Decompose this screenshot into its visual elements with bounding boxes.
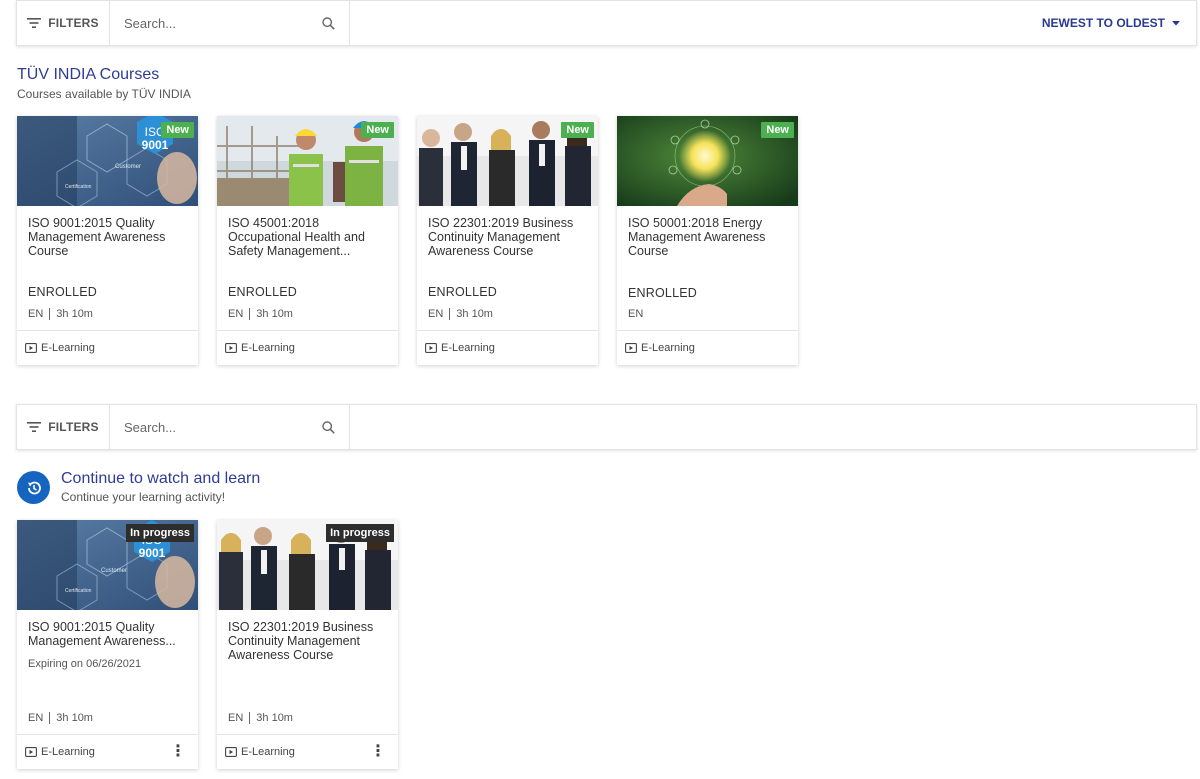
sort-dropdown[interactable]: NEWEST TO OLDEST <box>1042 1 1196 45</box>
meta-divider <box>49 308 51 320</box>
course-card[interactable]: New ISO 45001:2018 Occupational Health a… <box>217 116 398 365</box>
course-duration: 3h 10m <box>456 308 493 320</box>
course-thumbnail: ISO 9001 Customer Certification In progr… <box>17 520 198 610</box>
play-video-icon <box>225 747 237 757</box>
section-subtitle: Continue your learning activity! <box>61 490 226 504</box>
course-language: EN <box>628 308 644 320</box>
search-field <box>110 1 350 45</box>
course-title: ISO 22301:2019 Business Continuity Manag… <box>428 216 574 258</box>
section-title: TÜV INDIA Courses <box>17 66 160 83</box>
course-meta: EN 3h 10m <box>228 308 293 320</box>
card-footer: E-Learning <box>217 330 398 365</box>
course-meta: EN 3h 10m <box>228 712 293 724</box>
course-thumbnail: In progress <box>217 520 398 610</box>
caret-down-icon <box>1172 20 1180 25</box>
svg-text:Certification: Certification <box>65 588 92 594</box>
course-card[interactable]: New ISO 22301:2019 Business Continuity M… <box>417 116 598 365</box>
course-title: ISO 9001:2015 Quality Management Awarene… <box>28 620 176 648</box>
filter-lines-icon <box>27 18 42 28</box>
course-title: ISO 22301:2019 Business Continuity Manag… <box>228 620 374 662</box>
meta-divider <box>249 308 251 320</box>
search-input[interactable] <box>124 419 304 435</box>
filters-label: FILTERS <box>48 420 99 434</box>
course-title: ISO 50001:2018 Energy Management Awarene… <box>628 216 766 258</box>
search-icon[interactable] <box>322 16 335 30</box>
course-meta: EN 3h 10m <box>428 308 493 320</box>
in-progress-badge: In progress <box>326 524 394 542</box>
card-footer: E-Learning <box>617 330 798 365</box>
course-meta: EN 3h 10m <box>28 712 93 724</box>
card-footer: E-Learning ⋮ <box>17 734 198 769</box>
course-language: EN <box>28 308 44 320</box>
play-video-icon <box>425 343 437 353</box>
in-progress-badge: In progress <box>126 524 194 542</box>
play-video-icon <box>25 747 37 757</box>
course-title: ISO 45001:2018 Occupational Health and S… <box>228 216 365 258</box>
svg-text:Certification: Certification <box>65 184 92 190</box>
course-type: E-Learning <box>241 342 295 354</box>
expiry-date: Expiring on 06/26/2021 <box>28 658 142 670</box>
new-badge: New <box>361 122 394 138</box>
filter-toolbar: FILTERS NEWEST TO OLDEST <box>16 0 1197 46</box>
course-language: EN <box>228 712 244 724</box>
enrollment-status: ENROLLED <box>228 285 297 299</box>
course-type: E-Learning <box>41 342 95 354</box>
search-input[interactable] <box>124 15 304 31</box>
filters-label: FILTERS <box>48 16 99 30</box>
play-video-icon <box>625 343 637 353</box>
course-thumbnail: New <box>617 116 798 206</box>
course-thumbnail: New <box>217 116 398 206</box>
course-meta: EN <box>628 308 643 320</box>
card-footer: E-Learning ⋮ <box>217 734 398 769</box>
course-card[interactable]: In progress ISO 22301:2019 Business Cont… <box>217 520 398 769</box>
course-language: EN <box>28 712 44 724</box>
more-options-icon[interactable]: ⋮ <box>366 744 390 760</box>
course-language: EN <box>228 308 244 320</box>
card-footer: E-Learning <box>417 330 598 365</box>
filter-toolbar: FILTERS <box>16 404 1197 450</box>
course-type: E-Learning <box>41 746 95 758</box>
course-card[interactable]: ISO 9001 Customer Certification New ISO … <box>17 116 198 365</box>
enrollment-status: ENROLLED <box>28 285 97 299</box>
sort-label: NEWEST TO OLDEST <box>1041 16 1165 30</box>
course-language: EN <box>428 308 444 320</box>
course-duration: 3h 10m <box>56 308 93 320</box>
course-card[interactable]: New ISO 50001:2018 Energy Management Awa… <box>617 116 798 365</box>
course-duration: 3h 10m <box>56 712 93 724</box>
svg-text:9001: 9001 <box>142 138 169 152</box>
meta-divider <box>249 712 251 724</box>
more-options-icon[interactable]: ⋮ <box>166 744 190 760</box>
course-duration: 3h 10m <box>256 712 293 724</box>
meta-divider <box>49 712 51 724</box>
card-footer: E-Learning <box>17 330 198 365</box>
course-type: E-Learning <box>641 342 695 354</box>
filters-button[interactable]: FILTERS <box>17 405 110 449</box>
enrollment-status: ENROLLED <box>628 286 697 300</box>
course-duration: 3h 10m <box>256 308 293 320</box>
history-icon <box>17 471 50 504</box>
svg-text:9001: 9001 <box>139 546 166 560</box>
filter-lines-icon <box>27 422 42 432</box>
section-title: Continue to watch and learn <box>61 470 261 487</box>
course-meta: EN 3h 10m <box>28 308 93 320</box>
course-card[interactable]: ISO 9001 Customer Certification In progr… <box>17 520 198 769</box>
svg-text:Customer: Customer <box>101 568 127 574</box>
search-icon[interactable] <box>322 420 335 434</box>
search-field <box>110 405 350 449</box>
new-badge: New <box>161 122 194 138</box>
new-badge: New <box>561 122 594 138</box>
new-badge: New <box>761 122 794 138</box>
section-subtitle: Courses available by TÜV INDIA <box>17 87 191 101</box>
play-video-icon <box>225 343 237 353</box>
enrollment-status: ENROLLED <box>428 285 497 299</box>
course-type: E-Learning <box>441 342 495 354</box>
course-thumbnail: New <box>417 116 598 206</box>
meta-divider <box>449 308 451 320</box>
play-video-icon <box>25 343 37 353</box>
course-type: E-Learning <box>241 746 295 758</box>
filters-button[interactable]: FILTERS <box>17 1 110 45</box>
course-thumbnail: ISO 9001 Customer Certification New <box>17 116 198 206</box>
svg-text:Customer: Customer <box>115 164 141 170</box>
course-title: ISO 9001:2015 Quality Management Awarene… <box>28 216 166 258</box>
